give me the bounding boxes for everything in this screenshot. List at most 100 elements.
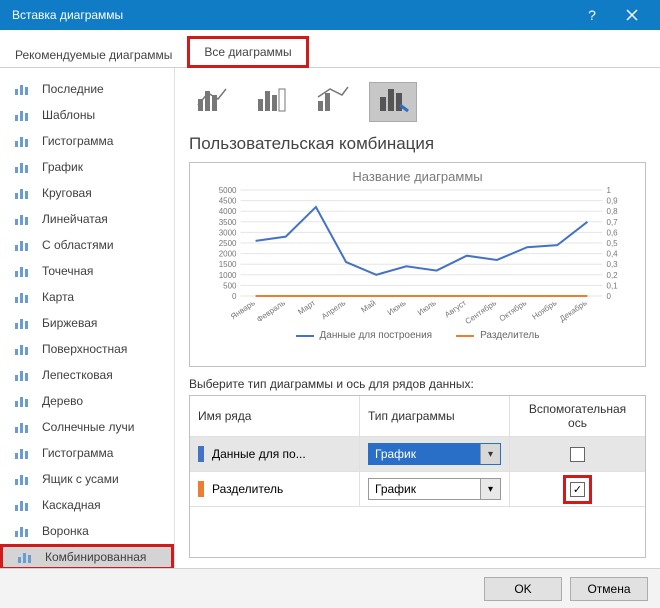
series-name-cell: Данные для по...: [190, 437, 360, 471]
sidebar-item-9[interactable]: Биржевая: [0, 310, 174, 336]
svg-text:0,7: 0,7: [607, 218, 619, 227]
svg-text:1000: 1000: [219, 271, 237, 280]
close-icon: [626, 9, 638, 21]
svg-text:Март: Март: [296, 298, 317, 317]
svg-text:0,8: 0,8: [607, 207, 619, 216]
chart-type-icon: [14, 497, 32, 513]
ok-button[interactable]: OK: [484, 577, 562, 601]
sidebar-item-10[interactable]: Поверхностная: [0, 336, 174, 362]
series-type-combo[interactable]: График ▾: [368, 443, 501, 465]
tabs: Рекомендуемые диаграммы Все диаграммы: [0, 30, 660, 68]
sidebar-item-7[interactable]: Точечная: [0, 258, 174, 284]
series-axis-cell: ✓: [510, 472, 645, 506]
chart-type-icon: [14, 211, 32, 227]
svg-text:0,2: 0,2: [607, 271, 619, 280]
sidebar-item-label: Биржевая: [42, 316, 97, 330]
svg-text:0,6: 0,6: [607, 228, 619, 237]
series-type-combo[interactable]: График ▾: [368, 478, 501, 500]
chart-type-icon: [14, 445, 32, 461]
combo-thumb-3[interactable]: [369, 82, 417, 122]
grid-header: Имя ряда Тип диаграммы Вспомогательная о…: [190, 396, 645, 437]
sidebar-item-13[interactable]: Солнечные лучи: [0, 414, 174, 440]
svg-text:3000: 3000: [219, 228, 237, 237]
sidebar-item-11[interactable]: Лепестковая: [0, 362, 174, 388]
chart-type-icon: [14, 237, 32, 253]
svg-text:0,4: 0,4: [607, 250, 619, 259]
svg-text:2500: 2500: [219, 239, 237, 248]
chart-type-icon: [14, 367, 32, 383]
sidebar-item-5[interactable]: Линейчатая: [0, 206, 174, 232]
combo-thumb-icon: [376, 85, 410, 120]
chart-type-icon: [14, 107, 32, 123]
combo-thumb-1[interactable]: [249, 82, 297, 122]
chart-type-icon: [14, 81, 32, 97]
combo-thumb-2[interactable]: [309, 82, 357, 122]
dialog-footer: OK Отмена: [0, 568, 660, 608]
sidebar-item-4[interactable]: Круговая: [0, 180, 174, 206]
sidebar-item-label: Карта: [42, 290, 74, 304]
chart-type-icon: [14, 185, 32, 201]
svg-text:0: 0: [607, 292, 612, 301]
svg-text:Февраль: Февраль: [255, 298, 287, 324]
aux-axis-checkbox[interactable]: ✓: [570, 482, 585, 497]
svg-text:Май: Май: [359, 298, 377, 314]
chevron-down-icon: ▾: [480, 444, 500, 464]
tab-all[interactable]: Все диаграммы: [187, 36, 308, 68]
combo-thumb-icon: [316, 85, 350, 120]
combo-thumbs: [189, 78, 646, 132]
chart-type-icon: [14, 289, 32, 305]
series-swatch-icon: [198, 446, 204, 462]
legend-swatch-icon: [456, 335, 474, 337]
sidebar-item-6[interactable]: С областями: [0, 232, 174, 258]
combo-thumb-0[interactable]: [189, 82, 237, 122]
series-row: Разделитель График ▾ ✓: [190, 472, 645, 507]
sidebar-item-8[interactable]: Карта: [0, 284, 174, 310]
aux-axis-checkbox[interactable]: [570, 447, 585, 462]
sidebar-item-16[interactable]: Каскадная: [0, 492, 174, 518]
chart-type-icon: [14, 471, 32, 487]
svg-text:Август: Август: [443, 298, 468, 319]
svg-text:0,5: 0,5: [607, 239, 619, 248]
sidebar-item-15[interactable]: Ящик с усами: [0, 466, 174, 492]
legend-swatch-icon: [296, 335, 314, 337]
sidebar-item-label: Лепестковая: [42, 368, 113, 382]
chart-type-icon: [14, 133, 32, 149]
svg-text:Январь: Январь: [229, 298, 257, 321]
svg-text:Ноябрь: Ноябрь: [530, 298, 558, 321]
series-type-value: График: [375, 447, 416, 461]
sidebar-item-3[interactable]: График: [0, 154, 174, 180]
legend-label: Разделитель: [480, 330, 539, 341]
svg-text:Октябрь: Октябрь: [498, 298, 529, 323]
sidebar-item-label: Комбинированная: [45, 550, 146, 564]
chart-type-icon: [14, 419, 32, 435]
sidebar-item-label: Линейчатая: [42, 212, 108, 226]
chart-preview: Название диаграммы 050010001500200025003…: [189, 162, 646, 367]
sidebar-item-17[interactable]: Воронка: [0, 518, 174, 544]
sidebar-item-1[interactable]: Шаблоны: [0, 102, 174, 128]
svg-text:0,1: 0,1: [607, 281, 619, 290]
chart-type-icon: [14, 159, 32, 175]
close-button[interactable]: [612, 0, 652, 30]
tab-recommended[interactable]: Рекомендуемые диаграммы: [0, 41, 187, 68]
sidebar-item-label: С областями: [42, 238, 114, 252]
series-type-cell: График ▾: [360, 472, 510, 506]
main-panel: Пользовательская комбинация Название диа…: [175, 68, 660, 568]
sidebar-item-label: Шаблоны: [42, 108, 95, 122]
sidebar-item-18[interactable]: Комбинированная: [0, 544, 174, 568]
col-axis: Вспомогательная ось: [510, 396, 645, 436]
chart-type-icon: [17, 549, 35, 565]
svg-text:Сентябрь: Сентябрь: [464, 298, 499, 326]
chevron-down-icon: ▾: [480, 479, 500, 499]
titlebar: Вставка диаграммы ?: [0, 0, 660, 30]
sidebar-item-12[interactable]: Дерево: [0, 388, 174, 414]
help-button[interactable]: ?: [572, 0, 612, 30]
sidebar-item-14[interactable]: Гистограмма: [0, 440, 174, 466]
legend-item: Разделитель: [456, 330, 539, 341]
sidebar-item-2[interactable]: Гистограмма: [0, 128, 174, 154]
series-name: Разделитель: [212, 482, 283, 496]
svg-text:0: 0: [232, 292, 237, 301]
sidebar-item-0[interactable]: Последние: [0, 76, 174, 102]
cancel-button[interactable]: Отмена: [570, 577, 648, 601]
sidebar-item-label: График: [42, 160, 83, 174]
svg-text:4500: 4500: [219, 197, 237, 206]
